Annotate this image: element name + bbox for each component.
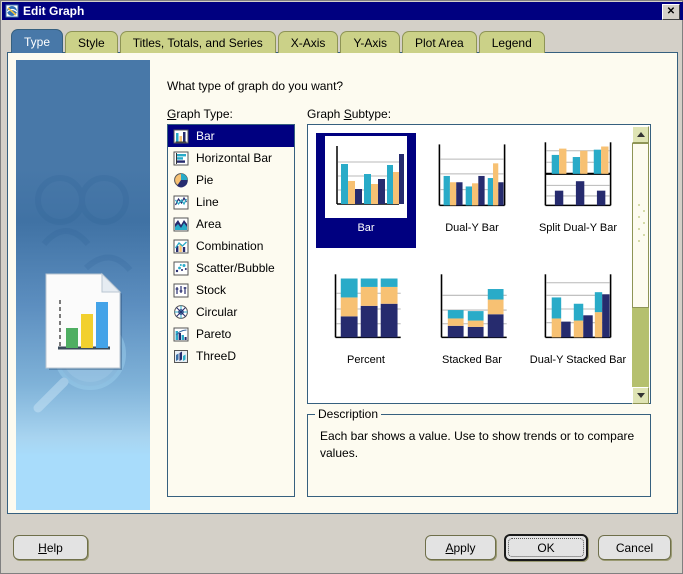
graph-subtype-panel: Bar Dual-Y Bar Split Dual-Y Bar Percent … (307, 124, 651, 404)
scrollbar-grip-icon (638, 204, 645, 242)
area-chart-icon (173, 216, 189, 232)
percent-thumbnail (325, 268, 407, 350)
help-button-label: Help (38, 540, 63, 555)
tab-plot-area[interactable]: Plot Area (402, 31, 477, 53)
window-title: Edit Graph (23, 4, 85, 18)
description-legend: Description (315, 407, 382, 421)
graph-type-item-label: Combination (196, 239, 264, 253)
stock-chart-icon (173, 282, 189, 298)
graph-type-item-label: Horizontal Bar (196, 151, 273, 165)
help-button[interactable]: Help (13, 535, 88, 560)
graph-subtype-split-dual-y-bar[interactable]: Split Dual-Y Bar (528, 133, 628, 248)
graph-type-item-line[interactable]: Line (168, 191, 294, 213)
stacked-bar-thumbnail (431, 268, 513, 350)
bar-chart-icon (173, 128, 189, 144)
pie-chart-icon (173, 172, 189, 188)
title-bar: Edit Graph ✕ (2, 2, 683, 20)
edit-graph-dialog: Edit Graph ✕ Type Style Titles, Totals, … (0, 0, 683, 574)
graph-type-item-label: Line (196, 195, 219, 209)
graph-type-item-pie[interactable]: Pie (168, 169, 294, 191)
tab-type[interactable]: Type (11, 29, 64, 53)
graph-type-item-threed[interactable]: ThreeD (168, 345, 294, 367)
graph-type-item-bar[interactable]: Bar (168, 125, 294, 147)
graph-subtype-label: Graph Subtype: (307, 107, 392, 121)
scroll-down-icon[interactable] (632, 387, 649, 404)
graph-type-item-label: Stock (196, 283, 227, 297)
graph-subtype-percent[interactable]: Percent (316, 265, 416, 380)
ok-button-label: OK (537, 540, 555, 555)
dual-y-bar-thumbnail (431, 136, 513, 218)
tab-y-axis[interactable]: Y-Axis (340, 31, 401, 53)
graph-type-item-label: Scatter/Bubble (196, 261, 275, 275)
graph-subtype-grid: Bar Dual-Y Bar Split Dual-Y Bar Percent … (312, 129, 632, 399)
graph-type-item-scatter-bubble[interactable]: Scatter/Bubble (168, 257, 294, 279)
tab-titles-totals-series[interactable]: Titles, Totals, and Series (119, 31, 276, 53)
graph-type-item-combination[interactable]: Combination (168, 235, 294, 257)
question-label: What type of graph do you want? (167, 79, 344, 93)
line-chart-icon (173, 194, 189, 210)
combination-chart-icon (173, 238, 189, 254)
graph-type-item-label: Pareto (196, 327, 232, 341)
subtype-scrollbar[interactable] (632, 126, 649, 404)
graph-subtype-label: Bar (357, 222, 375, 234)
graph-type-item-stock[interactable]: Stock (168, 279, 294, 301)
circular-chart-icon (173, 304, 189, 320)
graph-subtype-stacked-bar[interactable]: Stacked Bar (422, 265, 522, 380)
scrollbar-track[interactable] (632, 143, 649, 387)
threed-chart-icon (173, 348, 189, 364)
tab-style[interactable]: Style (65, 31, 118, 53)
graph-subtype-dual-y-bar[interactable]: Dual-Y Bar (422, 133, 522, 248)
description-text: Each bar shows a value. Use to show tren… (320, 429, 635, 460)
bar-thumbnail (325, 136, 407, 218)
graph-subtype-label: Stacked Bar (442, 354, 502, 366)
scatter-bubble-chart-icon (173, 260, 189, 276)
graph-subtype-label: Dual-Y Stacked Bar (529, 354, 627, 366)
tab-x-axis[interactable]: X-Axis (277, 31, 339, 53)
graph-document-icon (5, 4, 19, 18)
graph-type-item-area[interactable]: Area (168, 213, 294, 235)
apply-button[interactable]: Apply (425, 535, 496, 560)
ok-button[interactable]: OK (504, 534, 588, 561)
graph-subtype-label: Dual-Y Bar (445, 222, 499, 234)
graph-type-item-horizontal-bar[interactable]: Horizontal Bar (168, 147, 294, 169)
pareto-chart-icon (173, 326, 189, 342)
graph-subtype-bar[interactable]: Bar (316, 133, 416, 248)
apply-button-label: Apply (445, 540, 476, 555)
dual-y-stacked-bar-thumbnail (537, 268, 619, 350)
graph-type-item-circular[interactable]: Circular (168, 301, 294, 323)
cancel-button[interactable]: Cancel (598, 535, 671, 560)
decorative-banner (16, 60, 150, 510)
graph-type-item-label: Area (196, 217, 222, 231)
graph-subtype-dual-y-stacked-bar[interactable]: Dual-Y Stacked Bar (528, 265, 628, 380)
graph-type-item-label: Bar (196, 129, 215, 143)
scrollbar-thumb[interactable] (632, 143, 649, 308)
graph-subtype-label: Percent (347, 354, 385, 366)
graph-type-item-pareto[interactable]: Pareto (168, 323, 294, 345)
document-chart-icon (45, 272, 122, 370)
graph-type-item-label: Circular (196, 305, 238, 319)
scroll-up-icon[interactable] (632, 126, 649, 143)
split-dual-y-bar-thumbnail (537, 136, 619, 218)
graph-subtype-label: Split Dual-Y Bar (538, 222, 618, 234)
description-groupbox: Each bar shows a value. Use to show tren… (307, 414, 651, 497)
tab-bar: Type Style Titles, Totals, and Series X-… (11, 29, 545, 53)
horizontal-bar-chart-icon (173, 150, 189, 166)
graph-type-label: Graph Type: (167, 107, 233, 121)
graph-type-list[interactable]: Bar Horizontal Bar Pie Line Area Combina… (167, 124, 295, 497)
graph-type-item-label: ThreeD (196, 349, 237, 363)
graph-type-item-label: Pie (196, 173, 214, 187)
close-icon[interactable]: ✕ (662, 4, 680, 20)
tab-legend[interactable]: Legend (478, 31, 545, 53)
